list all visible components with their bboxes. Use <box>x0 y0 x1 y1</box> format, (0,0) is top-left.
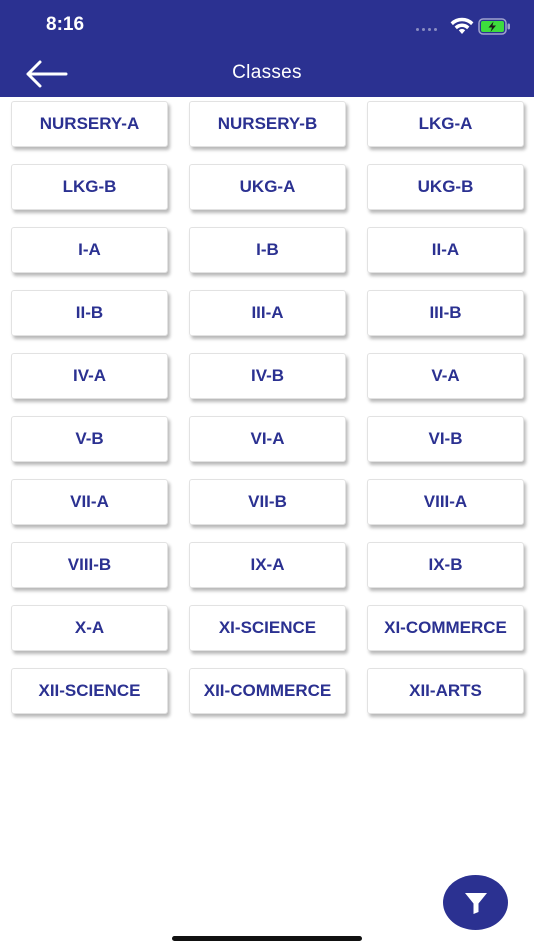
page-title: Classes <box>232 62 302 83</box>
class-button[interactable]: NURSERY-A <box>11 101 168 147</box>
class-button[interactable]: IV-A <box>11 353 168 399</box>
class-button[interactable]: IV-B <box>189 353 346 399</box>
filter-icon <box>464 892 487 914</box>
class-button[interactable]: XI-COMMERCE <box>367 605 524 651</box>
wifi-icon <box>450 17 474 34</box>
class-button[interactable]: XII-SCIENCE <box>11 668 168 714</box>
class-button[interactable]: V-B <box>11 416 168 462</box>
class-button[interactable]: VI-A <box>189 416 346 462</box>
class-button[interactable]: UKG-B <box>367 164 524 210</box>
class-button[interactable]: XII-COMMERCE <box>189 668 346 714</box>
class-button[interactable]: NURSERY-B <box>189 101 346 147</box>
status-icons <box>416 16 512 36</box>
class-button[interactable]: XII-ARTS <box>367 668 524 714</box>
class-button[interactable]: X-A <box>11 605 168 651</box>
class-button[interactable]: VII-A <box>11 479 168 525</box>
class-button[interactable]: VIII-A <box>367 479 524 525</box>
app-header: 8:16 Classes <box>0 0 534 97</box>
class-button[interactable]: I-B <box>189 227 346 273</box>
class-button[interactable]: V-A <box>367 353 524 399</box>
class-button[interactable]: III-A <box>189 290 346 336</box>
class-button[interactable]: VII-B <box>189 479 346 525</box>
class-button[interactable]: II-A <box>367 227 524 273</box>
class-button[interactable]: VIII-B <box>11 542 168 588</box>
class-button[interactable]: III-B <box>367 290 524 336</box>
class-button[interactable]: I-A <box>11 227 168 273</box>
battery-charging-icon <box>478 18 510 35</box>
status-time: 8:16 <box>46 14 85 35</box>
class-button[interactable]: IX-B <box>367 542 524 588</box>
home-indicator[interactable] <box>172 936 362 941</box>
class-button[interactable]: LKG-B <box>11 164 168 210</box>
classes-grid: NURSERY-A NURSERY-B LKG-A LKG-B UKG-A UK… <box>11 101 525 714</box>
class-button[interactable]: LKG-A <box>367 101 524 147</box>
filter-button[interactable] <box>443 875 508 930</box>
class-button[interactable]: IX-A <box>189 542 346 588</box>
class-button[interactable]: XI-SCIENCE <box>189 605 346 651</box>
class-button[interactable]: II-B <box>11 290 168 336</box>
class-button[interactable]: UKG-A <box>189 164 346 210</box>
class-button[interactable]: VI-B <box>367 416 524 462</box>
